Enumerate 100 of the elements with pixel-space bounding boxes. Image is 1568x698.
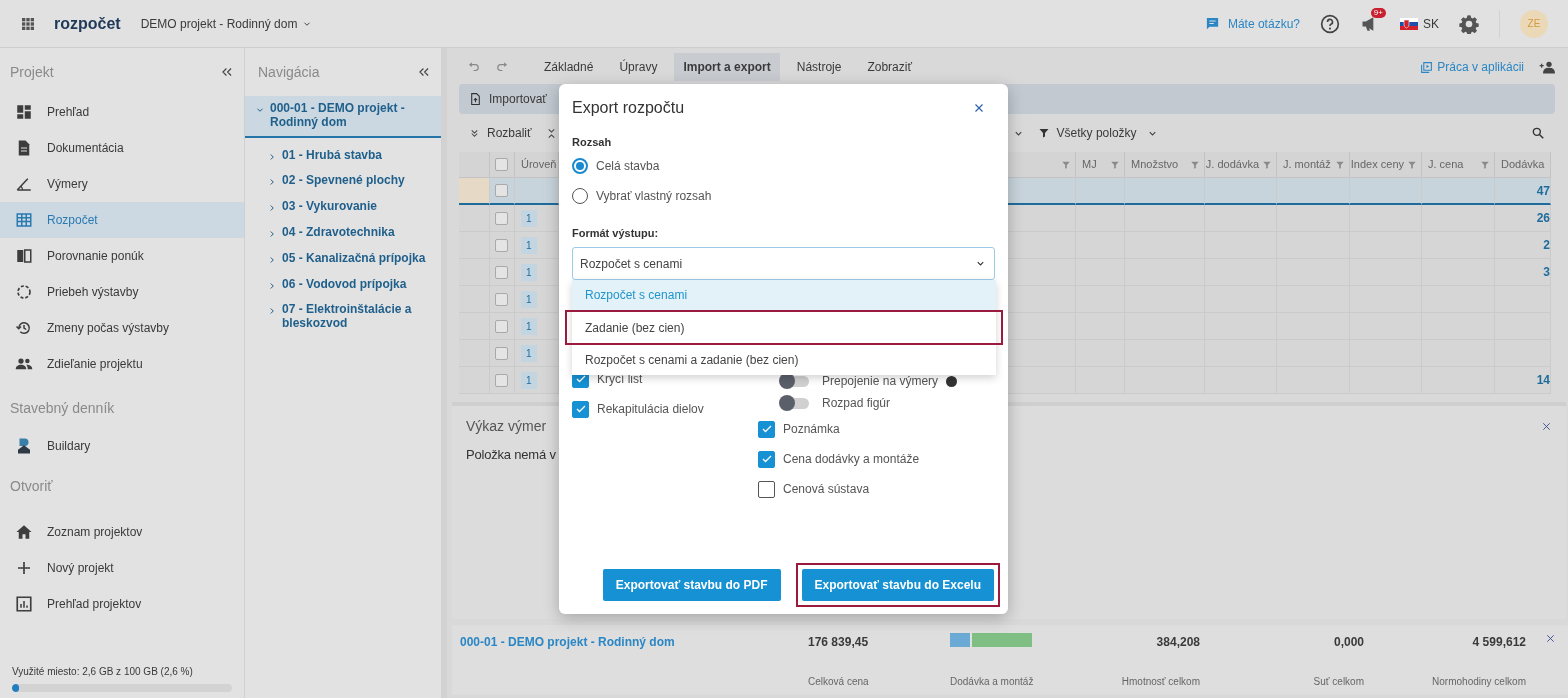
column-header[interactable]: Úroveň — [515, 152, 559, 178]
row-checkbox[interactable] — [495, 184, 508, 197]
filter-icon[interactable] — [1335, 159, 1345, 170]
table-cell — [1350, 178, 1422, 205]
tree-item[interactable]: 04 - Zdravotechnika — [245, 220, 441, 246]
tree-item[interactable]: 02 - Spevnené plochy — [245, 168, 441, 195]
table-cell — [1205, 205, 1277, 232]
ribbon-tab[interactable]: Úpravy — [610, 53, 667, 81]
sidebar-item[interactable]: Priebeh výstavby — [0, 274, 244, 310]
sidebar-item[interactable]: Prehľad projektov — [0, 586, 244, 622]
level-badge: 1 — [521, 317, 537, 335]
column-header[interactable]: Dodávka — [1495, 152, 1551, 178]
ribbon-tab[interactable]: Import a export — [674, 53, 780, 81]
row-checkbox[interactable] — [495, 265, 508, 279]
search-icon[interactable] — [1531, 126, 1545, 140]
info-icon[interactable] — [946, 375, 958, 387]
filter-icon[interactable] — [1407, 159, 1417, 170]
radio-option[interactable]: Celá stavba — [572, 150, 995, 181]
checkbox[interactable] — [758, 450, 775, 468]
column-header[interactable]: Množstvo — [1125, 152, 1205, 178]
close-icon[interactable] — [1545, 633, 1556, 644]
table-cell — [1008, 286, 1076, 313]
column-header[interactable]: J. dodávka — [1205, 152, 1277, 178]
checkbox[interactable] — [758, 480, 775, 498]
video-icon — [1420, 60, 1434, 74]
ribbon-tab[interactable]: Základné — [535, 53, 603, 81]
collapse-icon[interactable] — [220, 65, 234, 79]
sidebar-item[interactable]: Porovnanie ponúk — [0, 238, 244, 274]
collapse-icon[interactable] — [417, 65, 431, 79]
row-checkbox[interactable] — [495, 238, 508, 252]
ribbon-tab[interactable]: Zobraziť — [858, 53, 921, 81]
sidebar-item[interactable]: Výmery — [0, 166, 244, 202]
close-icon[interactable] — [973, 102, 985, 114]
column-header[interactable]: J. montáž — [1277, 152, 1350, 178]
format-select[interactable]: Rozpočet s cenami — [572, 247, 995, 280]
table-cell — [1350, 205, 1422, 232]
project-dropdown[interactable]: DEMO projekt - Rodinný dom — [140, 14, 313, 33]
stat-value: 4 599,612 — [1472, 634, 1526, 651]
column-header[interactable]: Index ceny — [1350, 152, 1422, 178]
toggle-switch[interactable] — [779, 395, 809, 411]
dropdown-option[interactable]: Zadanie (bez cien) — [565, 310, 1003, 345]
row-selector[interactable] — [459, 178, 490, 205]
section-heading: Otvoriť — [10, 476, 53, 496]
row-checkbox[interactable] — [495, 346, 508, 360]
sidebar-item[interactable]: Nový projekt — [0, 550, 244, 586]
sidebar-item[interactable]: Prehľad — [0, 94, 244, 130]
table-cell — [1205, 178, 1277, 205]
table-cell: 3 — [1495, 259, 1551, 286]
tree-item[interactable]: 01 - Hrubá stavba — [245, 142, 441, 169]
sidebar-item[interactable]: Buildary — [0, 428, 244, 464]
import-button[interactable]: Importovať — [469, 90, 547, 108]
row-checkbox[interactable] — [495, 319, 508, 333]
sidebar-item[interactable]: Zmeny počas výstavby — [0, 310, 244, 346]
filter-icon[interactable] — [1262, 159, 1272, 170]
sidebar-item[interactable]: Zoznam projektov — [0, 514, 244, 550]
table-cell: 47 — [1495, 178, 1551, 205]
sidebar-item[interactable]: Zdieľanie projektu — [0, 346, 244, 382]
storage-text: Využité miesto: 2,6 GB z 100 GB (2,6 %) — [12, 665, 194, 679]
filter-icon — [1037, 127, 1050, 139]
header-checkbox[interactable] — [495, 158, 508, 171]
filter-icon[interactable] — [1190, 159, 1200, 170]
sidebar-item[interactable]: Dokumentácia — [0, 130, 244, 166]
chat-icon — [1204, 16, 1220, 31]
column-header[interactable]: MJ — [1076, 152, 1125, 178]
filter-dropdown[interactable]: Všetky položky — [1037, 124, 1158, 142]
radio-option[interactable]: Vybrať vlastný rozsah — [572, 180, 995, 211]
help-icon[interactable] — [1320, 13, 1340, 34]
tree-item[interactable]: 05 - Kanalizačná prípojka — [245, 245, 441, 272]
row-checkbox[interactable] — [495, 211, 508, 225]
filter-icon[interactable] — [1061, 159, 1071, 170]
apps-icon[interactable] — [20, 15, 36, 32]
row-checkbox[interactable] — [495, 292, 508, 306]
checkbox[interactable] — [572, 400, 589, 418]
table-cell — [1008, 178, 1076, 205]
checkbox[interactable] — [758, 420, 775, 438]
tree-item[interactable]: 000-01 - DEMO projekt - Rodinný dom — [245, 96, 441, 138]
expand-button[interactable]: Rozbaliť — [469, 124, 532, 142]
home-icon — [15, 523, 33, 541]
tree-item[interactable]: 03 - Vykurovanie — [245, 194, 441, 220]
panel-title: Navigácia — [258, 62, 320, 82]
add-user-icon[interactable] — [1538, 59, 1556, 75]
level-badge: 1 — [521, 263, 537, 281]
close-icon[interactable] — [1541, 421, 1552, 432]
table-cell: 26 — [1495, 205, 1551, 232]
ribbon-tab[interactable]: Nástroje — [787, 53, 851, 81]
settings-icon[interactable] — [1459, 13, 1479, 34]
table-cell — [1008, 259, 1076, 286]
row-checkbox[interactable] — [495, 373, 508, 387]
plus-icon — [15, 559, 33, 577]
tree-item[interactable]: 06 - Vodovod prípojka — [245, 271, 441, 298]
tree-item[interactable]: 07 - Elektroinštalácie a bleskozvod — [245, 297, 441, 337]
table-cell — [1008, 313, 1076, 340]
filter-icon[interactable] — [1480, 159, 1490, 170]
column-header[interactable]: J. cena — [1422, 152, 1495, 178]
column-header[interactable] — [1008, 152, 1076, 178]
file-upload-icon — [469, 92, 482, 106]
language-button[interactable]: SK — [1400, 14, 1439, 33]
filter-icon[interactable] — [1110, 159, 1120, 170]
option-label: Rekapitulácia dielov — [597, 401, 704, 418]
table-cell — [1008, 340, 1076, 367]
